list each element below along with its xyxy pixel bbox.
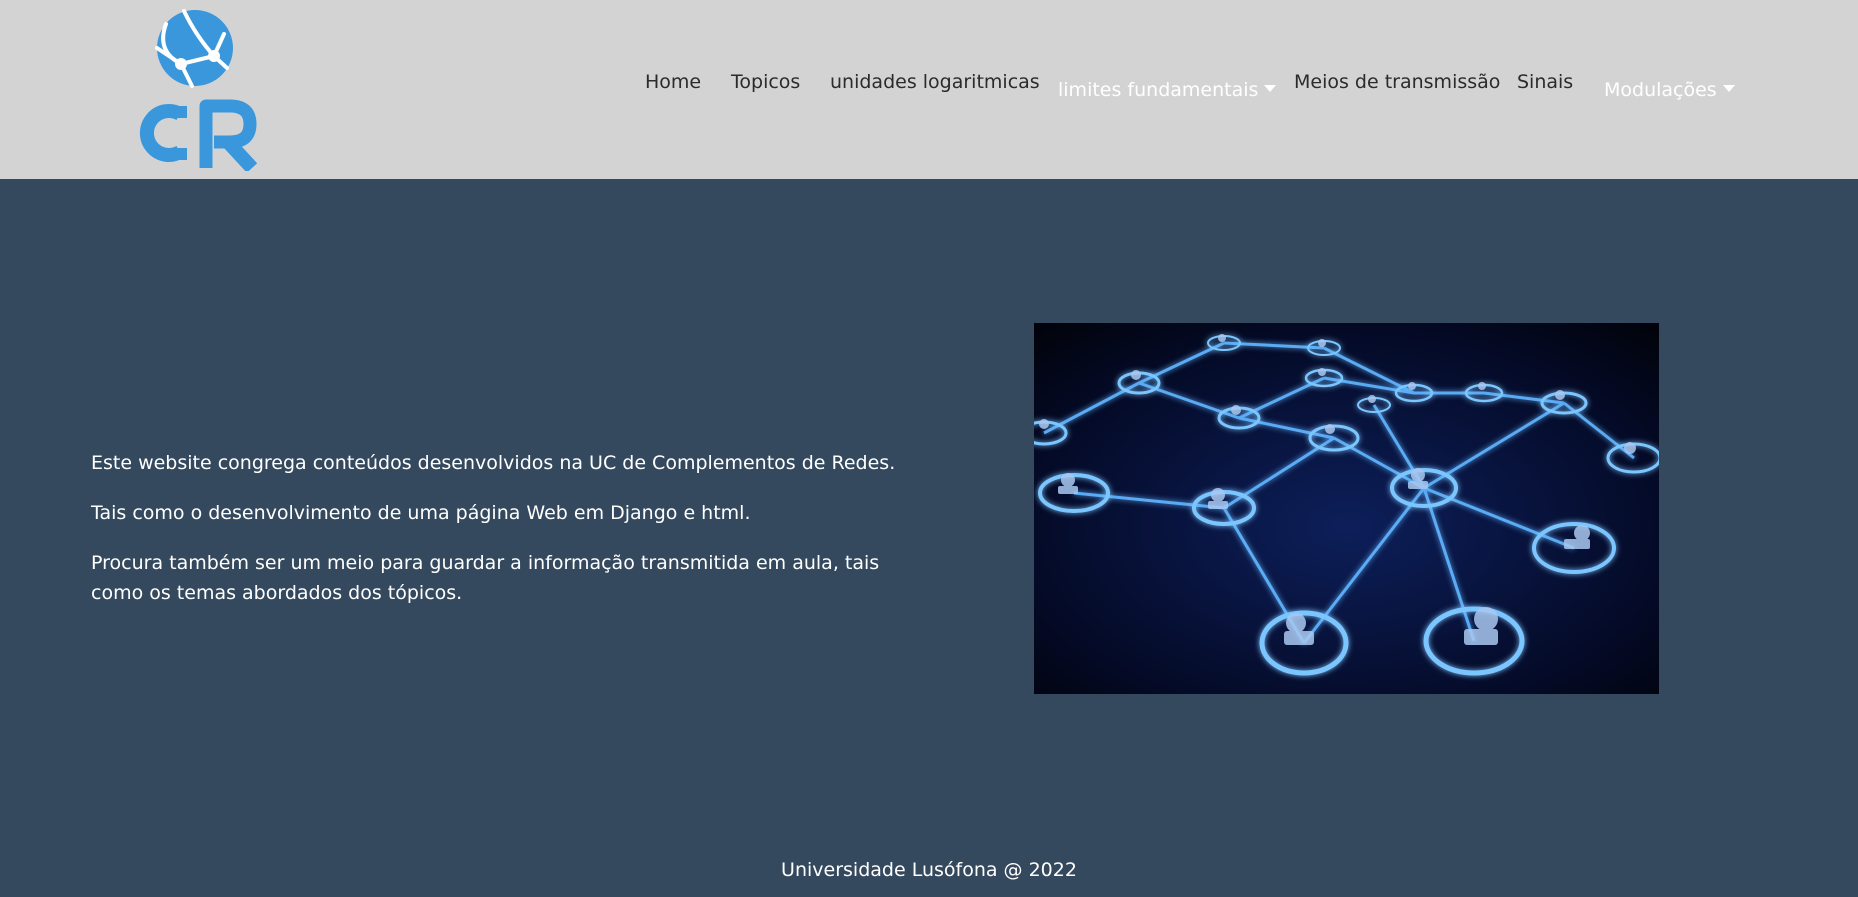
nav-sinais-link[interactable]: Sinais [1517, 70, 1573, 94]
network-nodes-image [1034, 323, 1659, 694]
intro-text: Este website congrega conteúdos desenvol… [91, 448, 931, 628]
footer-copyright: Universidade Lusófona @ 2022 [781, 859, 1077, 881]
caret-down-icon [1722, 85, 1735, 92]
nav-limites-label: limites fundamentais [1058, 79, 1259, 101]
nav-modulacoes-dropdown[interactable]: Modulações [1604, 78, 1735, 102]
globe-cr-logo-icon [139, 9, 258, 173]
site-header: Home Topicos unidades logaritmicas limit… [0, 0, 1858, 179]
nav-meios-de-transmissao-link[interactable]: Meios de transmissão [1294, 70, 1500, 94]
nav-modulacoes-label: Modulações [1604, 79, 1717, 101]
intro-paragraph-1: Este website congrega conteúdos desenvol… [91, 452, 896, 474]
caret-down-icon [1264, 85, 1277, 92]
intro-paragraph-3: Procura também ser um meio para guardar … [91, 552, 880, 604]
nav-topicos-link[interactable]: Topicos [731, 70, 800, 94]
site-footer: Universidade Lusófona @ 2022 [0, 855, 1858, 885]
site-logo[interactable] [126, 6, 266, 173]
nav-unidades-logaritmicas-link[interactable]: unidades logaritmicas [830, 70, 1040, 94]
nav-limites-fundamentais-dropdown[interactable]: limites fundamentais [1058, 78, 1277, 102]
intro-paragraph-2: Tais como o desenvolvimento de uma págin… [91, 502, 751, 524]
nav-home-link[interactable]: Home [645, 70, 701, 94]
